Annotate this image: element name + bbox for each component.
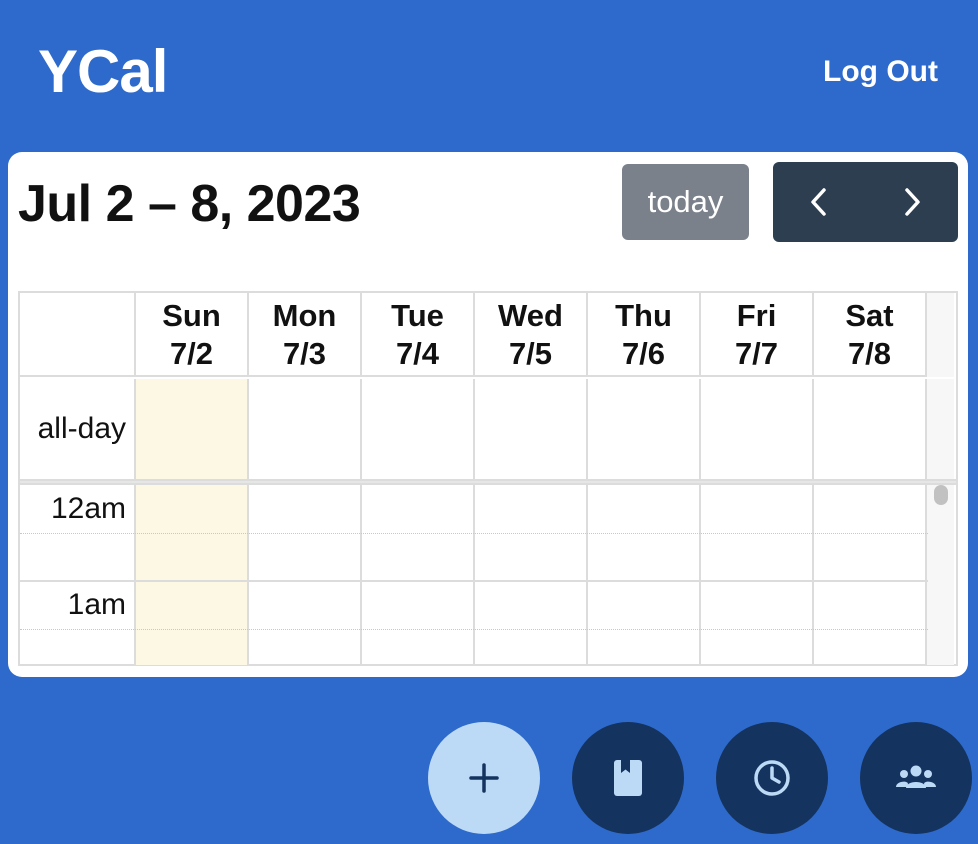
half-hour-line — [20, 629, 928, 630]
allday-label: all-day — [20, 379, 136, 479]
hour-line — [20, 580, 928, 582]
day-name: Thu — [615, 298, 672, 333]
calendar-card: Jul 2 – 8, 2023 today Sun 7/2 Mon 7/3 Tue 7… — [8, 152, 968, 677]
scrollbar-thumb[interactable] — [934, 485, 948, 505]
day-header-row: Sun 7/2 Mon 7/3 Tue 7/4 Wed 7/5 Thu 7/6 Fri 7/… — [20, 293, 954, 377]
time-column[interactable] — [475, 485, 588, 665]
allday-slot[interactable] — [701, 379, 814, 479]
allday-slot[interactable] — [136, 379, 249, 479]
add-event-button[interactable] — [428, 722, 540, 834]
time-column[interactable] — [814, 485, 927, 665]
day-name: Sat — [845, 298, 894, 333]
day-date: 7/3 — [282, 336, 327, 371]
today-button[interactable]: today — [622, 164, 749, 240]
header-gutter — [20, 293, 136, 377]
day-name: Fri — [736, 298, 777, 333]
allday-slot[interactable] — [362, 379, 475, 479]
day-name: Sun — [162, 298, 221, 333]
day-header[interactable]: Tue 7/4 — [362, 293, 475, 377]
time-column[interactable] — [588, 485, 701, 665]
history-button[interactable] — [716, 722, 828, 834]
time-column[interactable] — [249, 485, 362, 665]
day-header[interactable]: Sat 7/8 — [814, 293, 927, 377]
day-header[interactable]: Thu 7/6 — [588, 293, 701, 377]
day-header[interactable]: Sun 7/2 — [136, 293, 249, 377]
day-date: 7/2 — [169, 336, 214, 371]
prev-week-button[interactable] — [773, 162, 866, 242]
week-grid: Sun 7/2 Mon 7/3 Tue 7/4 Wed 7/5 Thu 7/6 Fri 7/… — [18, 291, 958, 666]
day-date: 7/8 — [847, 336, 892, 371]
time-gutter: 12am 1am — [20, 485, 136, 665]
chevron-right-icon — [905, 188, 920, 216]
groups-button[interactable] — [860, 722, 972, 834]
day-header[interactable]: Wed 7/5 — [475, 293, 588, 377]
time-column[interactable] — [362, 485, 475, 665]
time-column[interactable] — [701, 485, 814, 665]
allday-slot[interactable] — [588, 379, 701, 479]
allday-scroll-gutter — [927, 379, 954, 479]
day-name: Wed — [498, 298, 563, 333]
date-range-title: Jul 2 – 8, 2023 — [18, 175, 361, 233]
book-icon — [614, 760, 642, 796]
time-grid: 12am 1am — [20, 485, 954, 665]
nav-button-group — [773, 162, 958, 242]
header-scroll-gutter — [927, 293, 954, 377]
day-name: Mon — [272, 298, 337, 333]
time-column[interactable] — [136, 485, 249, 665]
day-date: 7/5 — [508, 336, 553, 371]
logout-button[interactable]: Log Out — [823, 52, 938, 92]
clock-icon — [754, 760, 790, 796]
day-date: 7/4 — [395, 336, 440, 371]
allday-slot[interactable] — [475, 379, 588, 479]
allday-slot[interactable] — [249, 379, 362, 479]
half-hour-line — [20, 533, 928, 534]
app-title: YCal — [38, 38, 168, 105]
day-name: Tue — [391, 298, 444, 333]
users-icon — [896, 765, 936, 788]
day-date: 7/7 — [734, 336, 779, 371]
book-button[interactable] — [572, 722, 684, 834]
day-header[interactable]: Fri 7/7 — [701, 293, 814, 377]
vertical-scrollbar[interactable] — [927, 485, 954, 665]
day-date: 7/6 — [621, 336, 666, 371]
time-label: 12am — [50, 492, 126, 525]
time-label: 1am — [67, 588, 126, 621]
allday-slot[interactable] — [814, 379, 927, 479]
allday-row: all-day — [20, 379, 954, 479]
chevron-left-icon — [811, 188, 826, 216]
next-week-button[interactable] — [866, 162, 959, 242]
day-header[interactable]: Mon 7/3 — [249, 293, 362, 377]
plus-icon — [469, 763, 499, 793]
